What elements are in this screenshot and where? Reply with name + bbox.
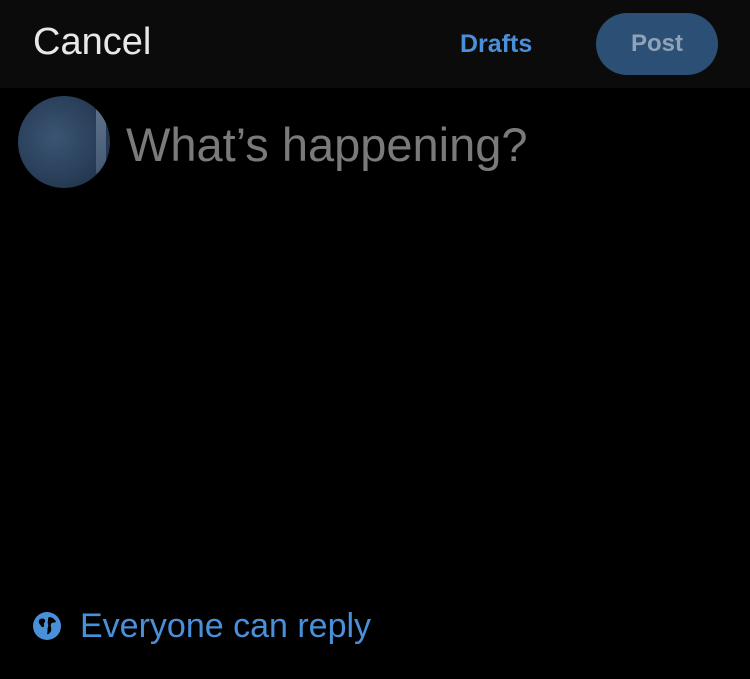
compose-header: Cancel Drafts Post	[0, 0, 750, 88]
reply-setting-button[interactable]: Everyone can reply	[32, 604, 371, 648]
avatar[interactable]	[18, 96, 110, 188]
post-button[interactable]: Post	[596, 13, 718, 75]
compose-text-input[interactable]	[126, 112, 726, 176]
reply-setting-label: Everyone can reply	[80, 607, 372, 645]
cancel-button[interactable]: Cancel	[33, 19, 151, 65]
drafts-button[interactable]: Drafts	[460, 28, 532, 60]
globe-icon	[32, 611, 62, 641]
